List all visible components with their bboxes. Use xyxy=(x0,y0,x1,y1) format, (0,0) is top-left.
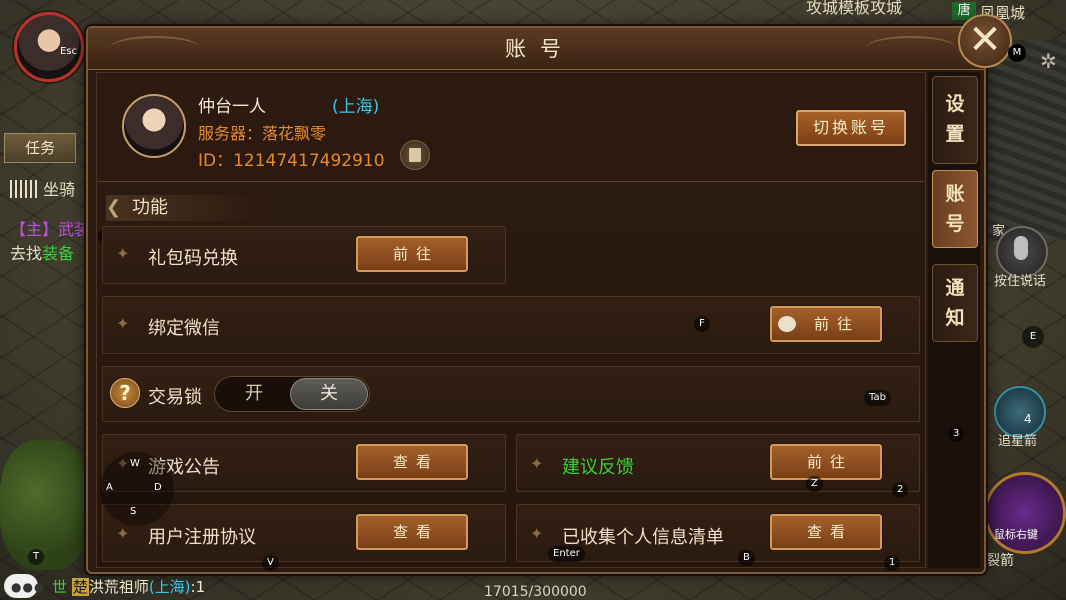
key-t: T xyxy=(28,549,45,565)
key-tab: Tab xyxy=(864,390,891,406)
top-status-text: 攻城模板攻城 xyxy=(806,0,903,17)
diamond-icon: ✦ xyxy=(530,524,544,543)
diamond-icon: ✦ xyxy=(116,244,130,263)
feedback-label: 建议反馈 xyxy=(562,457,634,478)
mount-row[interactable]: 坐骑 xyxy=(10,176,75,200)
tab-account[interactable]: 账号 xyxy=(932,170,978,248)
key-d: D xyxy=(154,482,162,493)
chat-region: (上海) xyxy=(148,578,191,596)
profile-portrait xyxy=(122,94,186,158)
tab-settings[interactable]: 设置 xyxy=(932,76,978,164)
chat-tag: 楚 xyxy=(71,578,89,596)
key-a: A xyxy=(106,482,113,493)
gift-code-button[interactable]: 前往 xyxy=(356,236,468,272)
key-v: V xyxy=(262,555,279,571)
key-b: B xyxy=(738,550,755,566)
tab-notify[interactable]: 通知 xyxy=(932,264,978,342)
quest-prefix: 【主】 xyxy=(10,220,59,239)
skill-lie-label: 裂箭 xyxy=(986,553,1014,569)
diamond-icon: ✦ xyxy=(530,454,544,473)
key-z: Z xyxy=(806,476,823,492)
quest-desc-highlight: 装备 xyxy=(42,244,75,263)
switch-account-button[interactable]: 切换账号 xyxy=(796,110,906,146)
microphone-icon xyxy=(1014,236,1028,260)
profile-uid: ID：12147417492910 xyxy=(198,151,385,171)
trade-lock-on-option[interactable]: 开 xyxy=(216,378,292,410)
personal-info-label: 已收集个人信息清单 xyxy=(562,527,724,548)
exp-text: 17015/300000 xyxy=(484,584,587,600)
chat-text: :1 xyxy=(190,578,206,596)
profile-divider xyxy=(98,181,924,182)
diamond-icon: ✦ xyxy=(116,314,130,333)
key-f: F xyxy=(694,316,710,332)
diamond-icon: ✦ xyxy=(116,524,130,543)
gift-code-label: 礼包码兑换 xyxy=(148,248,238,269)
dialog-title: 账号 xyxy=(505,37,575,61)
skill-zhuixing-label: 追星箭 xyxy=(998,434,1038,449)
help-icon[interactable]: ? xyxy=(110,378,140,408)
wechat-icon xyxy=(778,316,796,332)
quest-title-row[interactable]: 【主】武装 xyxy=(10,216,90,240)
profile-server: 服务器：落花飘零 xyxy=(198,124,327,143)
key-w: W xyxy=(130,458,140,469)
copy-icon xyxy=(409,148,421,162)
profile-name: 仲台一人 xyxy=(198,97,266,117)
key-enter: Enter xyxy=(548,546,585,562)
close-button[interactable]: ✕ xyxy=(958,14,1012,68)
chat-icon: ●●● xyxy=(11,580,46,594)
wechat-label: 绑定微信 xyxy=(148,318,220,339)
section-header: 功能 xyxy=(106,195,266,221)
close-icon: ✕ xyxy=(968,17,1002,63)
profile-region: (上海) xyxy=(332,97,380,117)
section-arrow-icon: ❮ xyxy=(106,197,122,218)
tree-decoration xyxy=(0,440,90,570)
chat-message[interactable]: 世 楚洪荒祖师(上海):1 xyxy=(52,576,205,597)
quest-desc-prefix: 去找 xyxy=(10,244,43,263)
voice-label: 按住说话 xyxy=(994,274,1047,289)
skill-right-click-label: 鼠标右键 xyxy=(994,528,1038,541)
key-s: S xyxy=(130,506,137,517)
task-tab[interactable]: 任务 xyxy=(4,133,76,163)
trade-lock-off-option[interactable]: 关 xyxy=(290,378,368,410)
feedback-button[interactable]: 前往 xyxy=(770,444,882,480)
skill-zhuixing-key: 4 xyxy=(1024,412,1032,426)
tab-notify-label: 通知 xyxy=(945,277,965,329)
announcement-button[interactable]: 查看 xyxy=(356,444,468,480)
key-m: M xyxy=(1008,44,1026,62)
user-agreement-button[interactable]: 查看 xyxy=(356,514,468,550)
personal-info-button[interactable]: 查看 xyxy=(770,514,882,550)
quest-desc-row[interactable]: 去找装备 xyxy=(10,240,74,264)
tab-account-label: 账号 xyxy=(945,183,965,235)
tab-settings-label: 设置 xyxy=(945,93,965,145)
chat-player: 洪荒祖师 xyxy=(88,578,149,596)
trade-lock-label: 交易锁 xyxy=(148,387,202,408)
key-e: E xyxy=(1022,326,1044,348)
user-agreement-label: 用户注册协议 xyxy=(148,527,256,548)
bars-icon xyxy=(10,180,38,198)
mount-label: 坐骑 xyxy=(43,180,76,199)
chat-channel: 世 xyxy=(52,578,68,596)
